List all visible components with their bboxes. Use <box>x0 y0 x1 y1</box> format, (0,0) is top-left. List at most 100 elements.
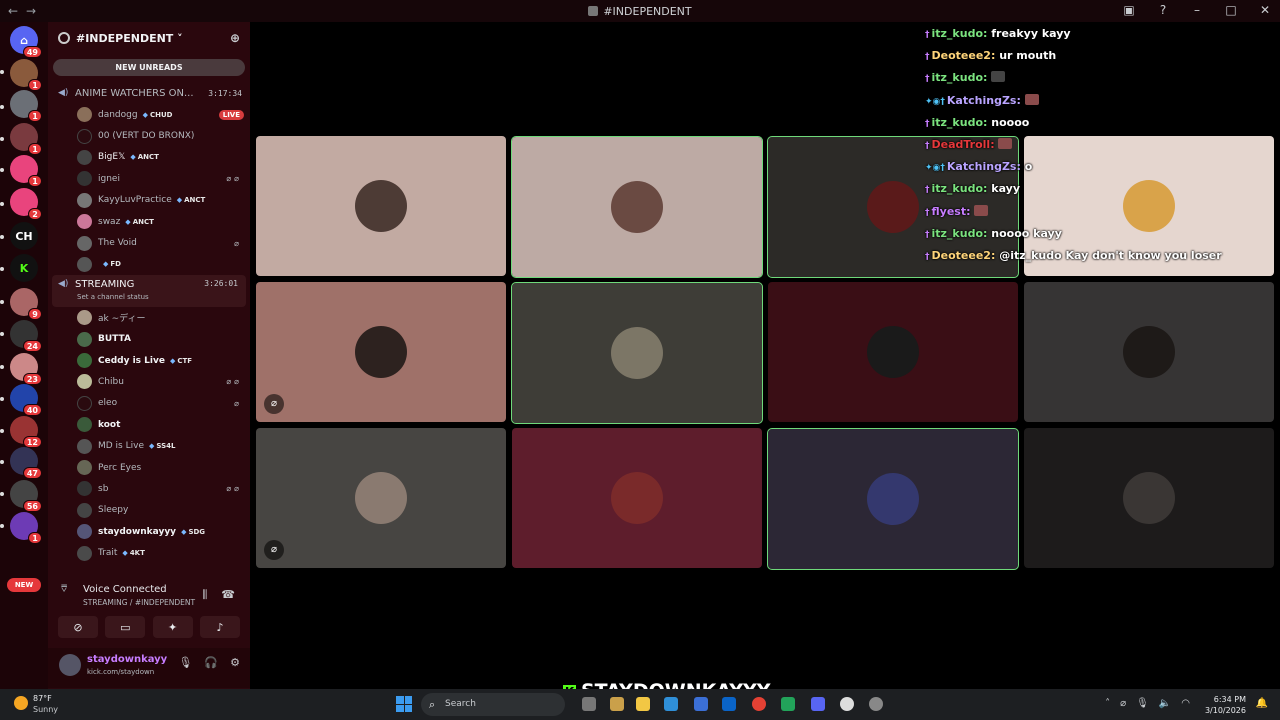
voice-user[interactable]: BigE𝕏 ANCT <box>48 147 250 168</box>
noise-suppression-icon[interactable]: ⫼ <box>202 588 207 602</box>
video-tile[interactable] <box>768 282 1018 422</box>
disconnect-icon[interactable]: ☎ <box>221 588 235 602</box>
store-icon[interactable] <box>694 697 708 711</box>
new-unreads-button[interactable]: NEW UNREADS <box>53 59 245 76</box>
video-tile[interactable] <box>511 282 763 424</box>
settings-gear-icon[interactable]: ⚙ <box>230 656 240 669</box>
video-tile[interactable] <box>767 428 1019 570</box>
voice-user[interactable]: Perc Eyes <box>48 457 250 478</box>
microphone-icon[interactable]: 🎙 <box>178 656 192 669</box>
chat-message: † DeadTroll: <box>925 137 1265 160</box>
close-button[interactable]: ✕ <box>1258 3 1272 17</box>
clock[interactable]: 6:34 PM 3/10/2026 <box>1205 694 1246 716</box>
video-tile[interactable]: ⌀ <box>256 428 506 568</box>
video-tile[interactable] <box>1024 282 1274 422</box>
edge-icon[interactable] <box>664 697 678 711</box>
avatar[interactable] <box>59 654 81 676</box>
wifi-icon[interactable]: ◠ <box>1181 698 1190 709</box>
voice-user[interactable]: MD is Live SS4L <box>48 435 250 456</box>
file-explorer-icon[interactable] <box>636 697 650 711</box>
discord-icon[interactable] <box>811 697 825 711</box>
voice-user[interactable]: FD <box>48 254 250 275</box>
soundboard-button[interactable]: ♪ <box>199 616 240 638</box>
server-icon[interactable]: 24 <box>10 320 42 352</box>
speaker-icon[interactable]: 🔈 <box>1159 698 1171 709</box>
server-icon[interactable]: K <box>10 254 38 282</box>
server-icon[interactable]: 56 <box>10 480 42 512</box>
help-icon[interactable]: ? <box>1156 3 1170 17</box>
start-button[interactable] <box>396 696 412 712</box>
chrome-icon[interactable] <box>752 697 766 711</box>
server-icon[interactable]: 1 <box>10 90 42 122</box>
chat-text: DeadTroll: <box>931 137 995 151</box>
app-icon[interactable] <box>610 697 624 711</box>
server-icon[interactable]: 23 <box>10 353 42 385</box>
inbox-icon[interactable]: ▣ <box>1122 3 1136 17</box>
video-tile[interactable] <box>512 428 762 568</box>
minimize-button[interactable]: – <box>1190 3 1204 17</box>
video-tile[interactable]: ⌀ <box>256 282 506 422</box>
server-icon[interactable]: 1 <box>10 512 42 544</box>
video-tile[interactable] <box>511 136 763 278</box>
server-icon[interactable]: 1 <box>10 59 42 91</box>
server-icon[interactable]: 1 <box>10 123 42 155</box>
voice-user[interactable]: koot <box>48 414 250 435</box>
avatar <box>867 326 919 378</box>
unread-pip <box>0 397 4 401</box>
server-icon[interactable]: 1 <box>10 155 42 187</box>
microphone-icon[interactable]: 🎙 <box>1136 698 1149 709</box>
avatar <box>611 181 663 233</box>
role-tag: CHUD <box>143 111 173 119</box>
voice-user[interactable]: eleo ⌀ <box>48 393 250 414</box>
maximize-button[interactable]: □ <box>1224 3 1238 17</box>
server-icon[interactable]: 9 <box>10 288 42 320</box>
voice-user[interactable]: KayyLuvPractice ANCT <box>48 190 250 211</box>
server-icon[interactable]: 2 <box>10 188 42 220</box>
system-tray: ˄ ⌀ 🎙 🔈 ◠ <box>1105 698 1190 709</box>
camera-off-button[interactable]: ⊘ <box>58 616 98 638</box>
app-icon[interactable] <box>781 697 795 711</box>
voice-user[interactable]: BUTTA <box>48 329 250 350</box>
add-member-icon[interactable]: ⊕ <box>230 31 240 45</box>
avatar <box>77 107 92 123</box>
voice-user[interactable]: Chibu ⌀⌀ <box>48 371 250 392</box>
video-tile[interactable] <box>1024 428 1274 568</box>
new-pill[interactable]: NEW <box>7 578 41 592</box>
server-icon[interactable]: 47 <box>10 447 42 479</box>
network-icon[interactable]: ⌀ <box>1120 698 1126 709</box>
taskbar-search[interactable]: Search <box>421 693 565 716</box>
voice-user[interactable]: Trait 4KT <box>48 542 250 563</box>
unread-pip <box>0 70 4 74</box>
voice-user[interactable]: Sleepy <box>48 500 250 521</box>
server-icon[interactable]: CH <box>10 222 38 250</box>
voice-user[interactable]: 00 (VERT DO BRONX) <box>48 125 250 146</box>
server-icon[interactable]: 40 <box>10 384 42 416</box>
guild-header[interactable]: #INDEPENDENT ˅ ⊕ <box>48 22 250 54</box>
video-tile[interactable] <box>256 136 506 276</box>
voice-actions: ⊘ ▭ ✦ ♪ <box>58 616 240 638</box>
voice-user[interactable]: ak ∼ディー <box>48 307 250 328</box>
voice-user[interactable]: sb ⌀⌀ <box>48 478 250 499</box>
home-button[interactable]: ⌂ 49 <box>10 26 42 58</box>
voice-user[interactable]: The Void ⌀ <box>48 232 250 253</box>
voice-user[interactable]: ignei ⌀⌀ <box>48 168 250 189</box>
app-icon[interactable] <box>869 697 883 711</box>
voice-channel-streaming[interactable]: ◀) STREAMING 3:26:01 Set a channel statu… <box>52 275 246 308</box>
voice-user[interactable]: swaz ANCT <box>48 211 250 232</box>
voice-user[interactable]: dandogg CHUD LIVE <box>48 104 250 125</box>
obs-icon[interactable] <box>840 697 854 711</box>
unread-pip <box>0 300 4 304</box>
task-view-icon[interactable] <box>582 697 596 711</box>
activities-button[interactable]: ✦ <box>152 616 193 638</box>
role-tag: SDG <box>181 528 205 536</box>
screen-share-button[interactable]: ▭ <box>105 616 146 638</box>
username: eleo <box>98 398 118 409</box>
mail-icon[interactable] <box>722 697 736 711</box>
notification-bell-icon[interactable]: 🔔 <box>1256 698 1268 709</box>
voice-user[interactable]: staydownkayyy SDG <box>48 521 250 542</box>
server-icon[interactable]: 12 <box>10 416 42 448</box>
voice-user[interactable]: Ceddy is Live CTF <box>48 350 250 371</box>
voice-channel-anime[interactable]: ◀) ANIME WATCHERS ON... 3:17:34 <box>48 82 250 104</box>
chevron-up-icon[interactable]: ˄ <box>1105 698 1110 709</box>
headphones-icon[interactable]: 🎧 <box>204 656 218 669</box>
